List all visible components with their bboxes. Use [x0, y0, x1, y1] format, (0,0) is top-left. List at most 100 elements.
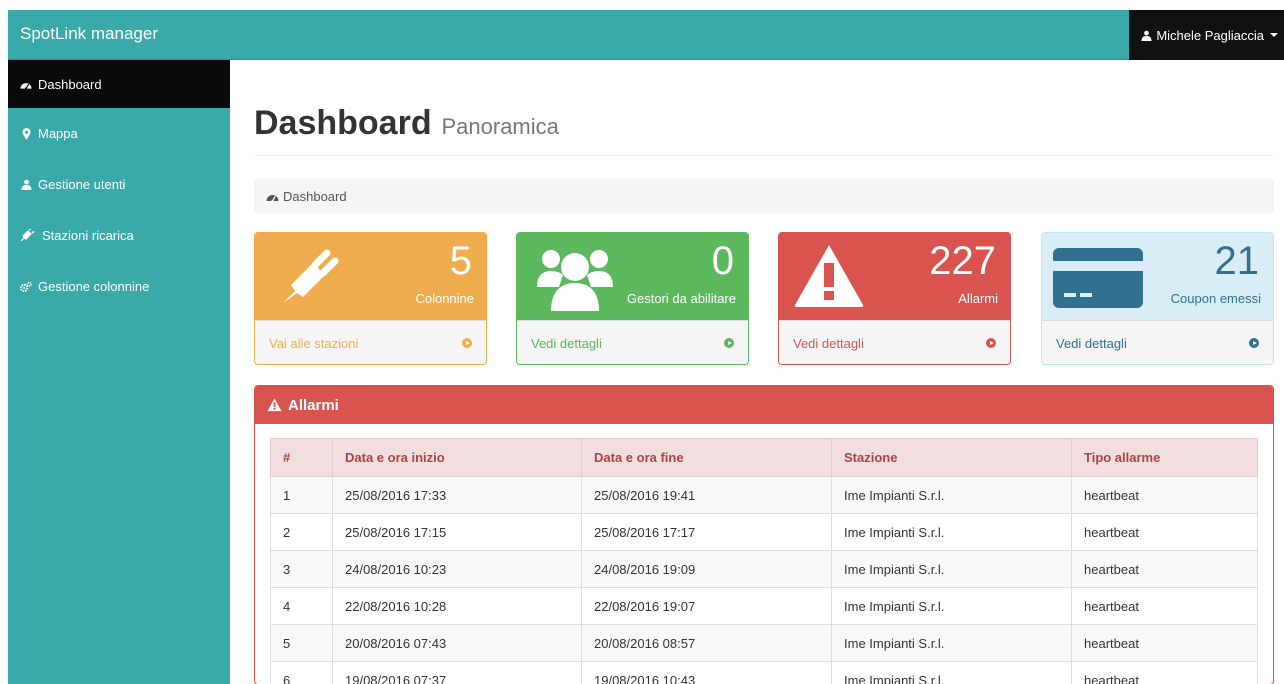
table-cell: Ime Impianti S.r.l. — [831, 513, 1072, 551]
panel-link-text: Vedi dettagli — [531, 335, 602, 351]
user-menu-toggle[interactable]: Michele Pagliaccia — [1129, 10, 1284, 60]
table-cell: 25/08/2016 17:17 — [581, 513, 832, 551]
user-name: Michele Pagliaccia — [1156, 27, 1264, 43]
dashboard-icon — [266, 194, 279, 202]
sidebar-item-gestione-colonnine[interactable]: Gestione colonnine — [8, 261, 230, 312]
table-row[interactable]: 5 20/08/2016 07:43 20/08/2016 08:57 Ime … — [270, 624, 1258, 662]
panel-heading: 0 Gestori da abilitare — [517, 233, 748, 320]
column-header-end[interactable]: Data e ora fine — [581, 438, 832, 477]
sidebar: Dashboard Mappa Gestione utenti Stazioni… — [8, 60, 230, 684]
sidebar-item-mappa[interactable]: Mappa — [8, 108, 230, 159]
panel-heading: 21 Coupon emessi — [1042, 233, 1273, 320]
app-frame: SpotLink manager Michele Pagliaccia Dash… — [8, 10, 1284, 684]
alarms-table: # Data e ora inizio Data e ora fine Staz… — [270, 438, 1258, 684]
table-cell: heartbeat — [1071, 476, 1258, 514]
panel-gestori: 0 Gestori da abilitare Vedi dettagli — [516, 232, 749, 365]
table-cell: heartbeat — [1071, 661, 1258, 684]
column-header-number[interactable]: # — [270, 438, 333, 477]
sidebar-item-stazioni-ricarica[interactable]: Stazioni ricarica — [8, 210, 230, 261]
plug-icon — [283, 249, 339, 303]
table-cell: 22/08/2016 10:28 — [332, 587, 582, 625]
table-cell: 24/08/2016 19:09 — [581, 550, 832, 588]
top-navbar: SpotLink manager Michele Pagliaccia — [8, 10, 1284, 60]
sidebar-item-dashboard[interactable]: Dashboard — [8, 60, 230, 108]
panel-coupon: 21 Coupon emessi Vedi dettagli — [1041, 232, 1274, 365]
credit-card-icon — [1053, 248, 1143, 308]
arrow-circle-right-icon — [462, 338, 472, 348]
alarms-table-wrap: # Data e ora inizio Data e ora fine Staz… — [270, 438, 1258, 684]
warning-icon — [794, 245, 864, 307]
sidebar-item-label: Gestione utenti — [38, 177, 126, 192]
panel-label: Allarmi — [958, 291, 998, 306]
sidebar-item-label: Dashboard — [38, 76, 102, 92]
panel-heading: 5 Colonnine — [255, 233, 486, 320]
panel-allarmi: 227 Allarmi Vedi dettagli — [778, 232, 1011, 365]
panel-value: 21 — [1214, 239, 1260, 283]
map-marker-icon — [20, 127, 32, 140]
column-header-type[interactable]: Tipo allarme — [1071, 438, 1258, 477]
table-cell: 22/08/2016 19:07 — [581, 587, 832, 625]
table-cell: 6 — [270, 661, 333, 684]
table-cell: Ime Impianti S.r.l. — [831, 476, 1072, 514]
panel-colonnine: 5 Colonnine Vai alle stazioni — [254, 232, 487, 365]
column-header-start[interactable]: Data e ora inizio — [332, 438, 582, 477]
user-icon — [20, 179, 32, 191]
panel-value: 227 — [929, 239, 996, 283]
table-row[interactable]: 4 22/08/2016 10:28 22/08/2016 19:07 Ime … — [270, 587, 1258, 625]
table-cell: Ime Impianti S.r.l. — [831, 550, 1072, 588]
alarms-panel-title: Allarmi — [288, 396, 339, 414]
table-cell: 19/08/2016 10:43 — [581, 661, 832, 684]
table-cell: 25/08/2016 19:41 — [581, 476, 832, 514]
table-cell: 2 — [270, 513, 333, 551]
table-cell: Ime Impianti S.r.l. — [831, 624, 1072, 662]
table-cell: Ime Impianti S.r.l. — [831, 661, 1072, 684]
alarms-panel: Allarmi # Data e ora inizio Data e ora f… — [254, 385, 1274, 684]
table-cell: 20/08/2016 07:43 — [332, 624, 582, 662]
breadcrumb: Dashboard — [254, 179, 1274, 213]
warning-icon — [267, 398, 282, 412]
table-row[interactable]: 3 24/08/2016 10:23 24/08/2016 19:09 Ime … — [270, 550, 1258, 588]
panel-label: Coupon emessi — [1170, 291, 1261, 306]
table-cell: 4 — [270, 587, 333, 625]
panel-link-vai-alle-stazioni[interactable]: Vai alle stazioni — [255, 320, 486, 364]
arrow-circle-right-icon — [986, 338, 996, 348]
panel-value: 5 — [449, 239, 472, 283]
table-cell: 1 — [270, 476, 333, 514]
sidebar-item-label: Gestione colonnine — [38, 279, 150, 294]
panel-heading: 227 Allarmi — [779, 233, 1010, 320]
table-header-row: # Data e ora inizio Data e ora fine Staz… — [270, 438, 1258, 477]
plug-icon — [20, 229, 36, 242]
table-cell: 24/08/2016 10:23 — [332, 550, 582, 588]
table-cell: heartbeat — [1071, 550, 1258, 588]
arrow-circle-right-icon — [1249, 338, 1259, 348]
table-cell: 5 — [270, 624, 333, 662]
panel-label: Colonnine — [415, 291, 474, 306]
page-subtitle: Panoramica — [441, 114, 559, 139]
panel-link-vedi-dettagli-allarmi[interactable]: Vedi dettagli — [779, 320, 1010, 364]
users-icon — [537, 250, 613, 311]
brand-link[interactable]: SpotLink manager — [20, 10, 158, 60]
page-title: Dashboard — [254, 104, 432, 142]
table-cell: 20/08/2016 08:57 — [581, 624, 832, 662]
panel-link-text: Vedi dettagli — [793, 335, 864, 351]
table-cell: heartbeat — [1071, 587, 1258, 625]
panel-label: Gestori da abilitare — [626, 291, 736, 306]
panel-link-vedi-dettagli-coupon[interactable]: Vedi dettagli — [1042, 320, 1273, 364]
sidebar-item-gestione-utenti[interactable]: Gestione utenti — [8, 159, 230, 210]
table-cell: heartbeat — [1071, 513, 1258, 551]
table-row[interactable]: 6 19/08/2016 07:37 19/08/2016 10:43 Ime … — [270, 661, 1258, 684]
table-row[interactable]: 2 25/08/2016 17:15 25/08/2016 17:17 Ime … — [270, 513, 1258, 551]
breadcrumb-item-dashboard: Dashboard — [283, 188, 347, 204]
table-cell: 25/08/2016 17:15 — [332, 513, 582, 551]
table-cell: heartbeat — [1071, 624, 1258, 662]
table-row[interactable]: 1 25/08/2016 17:33 25/08/2016 19:41 Ime … — [270, 476, 1258, 514]
table-cell: 25/08/2016 17:33 — [332, 476, 582, 514]
table-cell: 19/08/2016 07:37 — [332, 661, 582, 684]
column-header-station[interactable]: Stazione — [831, 438, 1072, 477]
dashboard-icon — [20, 78, 32, 90]
page-header: Dashboard Panoramica — [254, 104, 1274, 156]
panel-link-text: Vedi dettagli — [1056, 335, 1127, 351]
table-cell: 3 — [270, 550, 333, 588]
table-cell: Ime Impianti S.r.l. — [831, 587, 1072, 625]
panel-link-vedi-dettagli-gestori[interactable]: Vedi dettagli — [517, 320, 748, 364]
